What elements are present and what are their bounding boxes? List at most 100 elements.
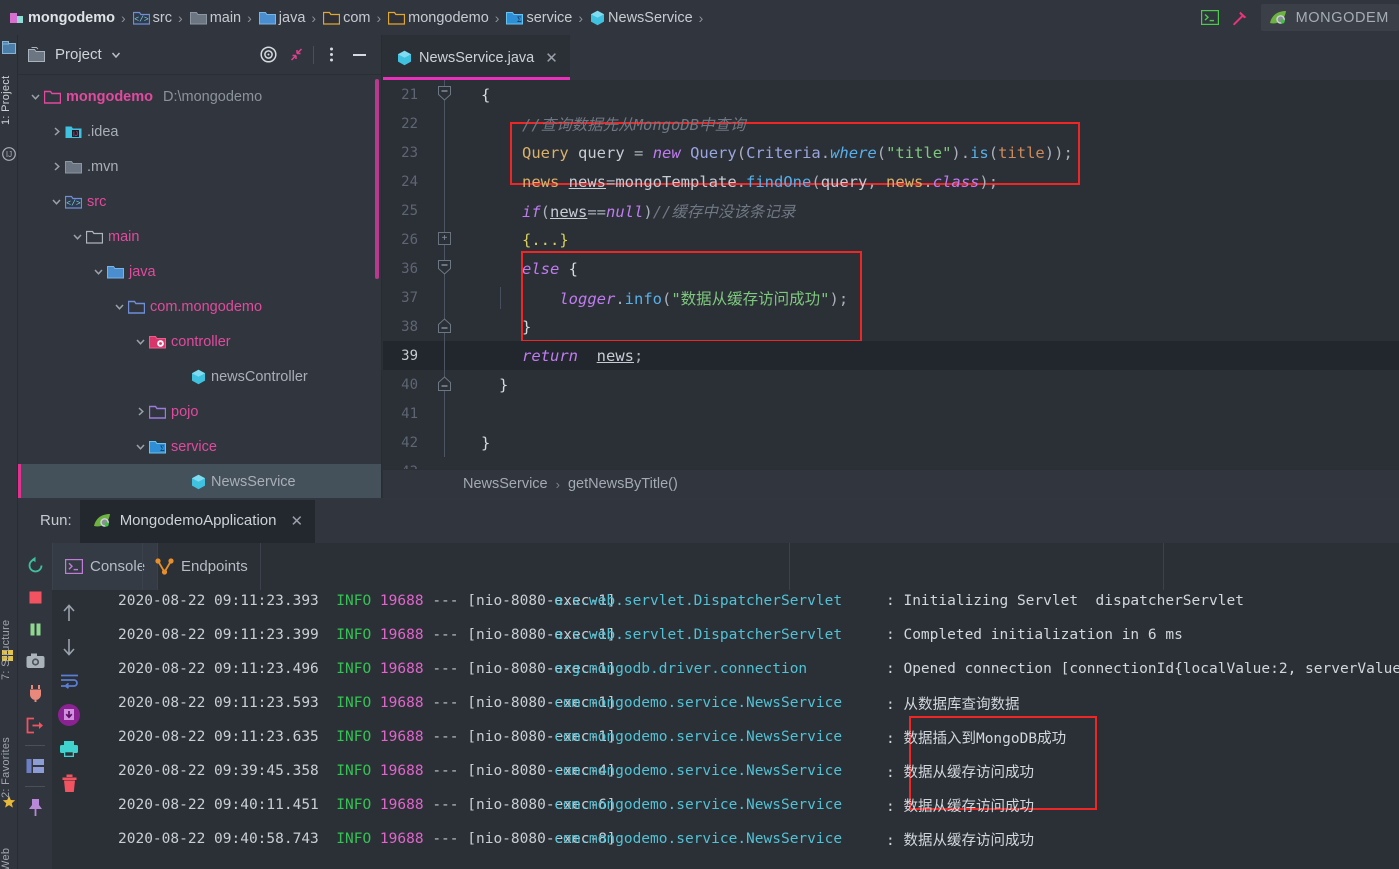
stop-icon[interactable] xyxy=(18,581,52,613)
console-output[interactable]: 2020-08-22 09:11:23.393 INFO 19688 --- [… xyxy=(86,590,1399,869)
sidebar-item-web[interactable]: Web xyxy=(0,835,18,869)
fold-end-icon[interactable] xyxy=(438,376,451,391)
run-tab-mongodemoapplication[interactable]: MongodemoApplication ✕ xyxy=(79,498,316,543)
collapse-all-icon[interactable] xyxy=(282,41,310,69)
hammer-build-icon[interactable] xyxy=(1225,0,1255,35)
code-line[interactable]: 23 Query query = new Query(Criteria.where… xyxy=(383,138,1399,167)
tree-node--mvn[interactable]: .mvn xyxy=(18,149,381,184)
tab-endpoints[interactable]: Endpoints xyxy=(142,543,261,590)
camera-snapshot-icon[interactable] xyxy=(18,645,52,677)
breadcrumb-class[interactable]: NewsService xyxy=(463,476,548,492)
console-log-line[interactable]: 2020-08-22 09:39:45.358 INFO 19688 --- [… xyxy=(86,754,1399,788)
pause-icon[interactable] xyxy=(18,613,52,645)
tree-node--idea[interactable]: IJ .idea xyxy=(18,114,381,149)
code-line[interactable]: 41 xyxy=(383,399,1399,428)
breadcrumb-method[interactable]: getNewsByTitle() xyxy=(568,476,678,492)
console-log-line[interactable]: 2020-08-22 09:11:23.593 INFO 19688 --- [… xyxy=(86,686,1399,720)
sidebar-item-structure[interactable]: 7: Structure xyxy=(0,600,18,700)
chevron-down-icon[interactable] xyxy=(110,49,122,61)
hide-panel-icon[interactable] xyxy=(345,41,373,69)
tree-node-java[interactable]: java xyxy=(18,254,381,289)
chevron-right-icon[interactable] xyxy=(47,158,65,176)
chevron-right-icon[interactable] xyxy=(131,403,149,421)
target-locate-icon[interactable] xyxy=(254,41,282,69)
log-logger: o.s.web.servlet.DispatcherServlet xyxy=(554,627,843,643)
scroll-down-icon[interactable] xyxy=(52,630,86,664)
code-line[interactable]: 21 { xyxy=(383,80,1399,109)
code-line[interactable]: 39 return news; xyxy=(383,341,1399,370)
tree-node-newscontroller[interactable]: newsController xyxy=(18,359,381,394)
code-line[interactable]: 38} xyxy=(383,312,1399,341)
console-log-line[interactable]: 2020-08-22 09:40:58.743 INFO 19688 --- [… xyxy=(86,822,1399,856)
breadcrumb-item-main[interactable]: main › xyxy=(189,0,258,35)
fold-end-icon[interactable] xyxy=(438,318,451,333)
run-configuration-selector[interactable]: MONGODEM xyxy=(1260,4,1399,31)
tree-node-main[interactable]: main xyxy=(18,219,381,254)
log-level: INFO xyxy=(336,661,372,677)
sidebar-item-favorites[interactable]: 2: Favorites xyxy=(0,717,18,817)
tree-node-mongodemo[interactable]: mongodemo D:\mongodemo xyxy=(18,79,381,114)
code-line[interactable]: 22 //查询数据先从MongoDB中查询 xyxy=(383,109,1399,138)
rerun-icon[interactable] xyxy=(18,549,52,581)
breadcrumb-item-com[interactable]: com › xyxy=(322,0,387,35)
more-options-icon[interactable] xyxy=(317,41,345,69)
chevron-down-icon[interactable] xyxy=(26,88,44,106)
breadcrumb-item-newsservice[interactable]: NewsService › xyxy=(589,0,709,35)
fold-start-icon[interactable] xyxy=(438,260,451,275)
breadcrumb-item-mongodemo[interactable]: mongodemo › xyxy=(387,0,505,35)
code-line[interactable]: 37 logger.info("数据从缓存访问成功"); xyxy=(383,283,1399,312)
chevron-down-icon[interactable] xyxy=(68,228,86,246)
code-line[interactable]: 26 + {...} xyxy=(383,225,1399,254)
close-icon[interactable]: ✕ xyxy=(545,49,558,67)
console-log-line[interactable]: 2020-08-22 09:40:11.451 INFO 19688 --- [… xyxy=(86,788,1399,822)
project-tool-icon[interactable] xyxy=(2,41,16,55)
editor-tab-newsservice[interactable]: NewsService.java ✕ xyxy=(383,35,570,80)
console-log-line[interactable]: 2020-08-22 09:11:23.393 INFO 19688 --- [… xyxy=(86,590,1399,618)
code-line[interactable]: 36 else { xyxy=(383,254,1399,283)
code-line[interactable]: 40} xyxy=(383,370,1399,399)
code-line[interactable]: 25 if(news==null)//缓存中没该条记录 xyxy=(383,196,1399,225)
console-log-line[interactable]: 2020-08-22 09:11:23.399 INFO 19688 --- [… xyxy=(86,618,1399,652)
soft-wrap-icon[interactable] xyxy=(52,664,86,698)
pin-icon[interactable] xyxy=(18,791,52,823)
project-tree[interactable]: mongodemo D:\mongodemo IJ .idea .mvn </> src ma… xyxy=(18,76,381,498)
exit-icon[interactable] xyxy=(18,709,52,741)
code-line[interactable]: 43 xyxy=(383,457,1399,470)
tree-node-controller[interactable]: controller xyxy=(18,324,381,359)
code-line[interactable]: 42} xyxy=(383,428,1399,457)
tree-node-pojo[interactable]: pojo xyxy=(18,394,381,429)
fold-expand-icon[interactable]: + xyxy=(438,232,451,245)
console-log-line[interactable]: 2020-08-22 09:11:23.635 INFO 19688 --- [… xyxy=(86,720,1399,754)
chevron-right-icon[interactable] xyxy=(47,123,65,141)
breadcrumb-item-service[interactable]: Σservice › xyxy=(505,0,589,35)
close-icon[interactable]: ✕ xyxy=(290,512,303,530)
scroll-to-end-icon[interactable] xyxy=(52,698,86,732)
scroll-up-icon[interactable] xyxy=(52,596,86,630)
breadcrumb-item-src[interactable]: </> src › xyxy=(132,0,189,35)
line-number: 36 xyxy=(401,260,418,277)
terminal-icon[interactable] xyxy=(1195,0,1225,35)
tree-node-src[interactable]: </> src xyxy=(18,184,381,219)
sidebar-item-project[interactable]: 1: Project xyxy=(0,57,18,143)
code-line[interactable]: 24 news news=mongoTemplate.findOne(query,… xyxy=(383,167,1399,196)
breadcrumb-item-mongodemo[interactable]: mongodemo › xyxy=(8,0,132,35)
tree-node-com-mongodemo[interactable]: com.mongodemo xyxy=(18,289,381,324)
line-number: 26 xyxy=(401,231,418,248)
console-log-line[interactable]: 2020-08-22 09:11:23.496 INFO 19688 --- [… xyxy=(86,652,1399,686)
fold-start-icon[interactable] xyxy=(438,86,451,101)
tree-node-newsservice[interactable]: NewsService xyxy=(18,464,381,498)
code-editor[interactable]: 21 {22 //查询数据先从MongoDB中查询 23 Query query = n… xyxy=(383,80,1399,469)
print-icon[interactable] xyxy=(52,732,86,766)
plug-icon[interactable] xyxy=(18,677,52,709)
log-timestamp: 2020-08-22 09:11:23.593 xyxy=(118,695,319,711)
chevron-down-icon[interactable] xyxy=(47,193,65,211)
layout-icon[interactable] xyxy=(18,750,52,782)
chevron-down-icon[interactable] xyxy=(131,333,149,351)
chevron-down-icon[interactable] xyxy=(131,438,149,456)
chevron-down-icon[interactable] xyxy=(110,298,128,316)
clear-all-icon[interactable] xyxy=(52,766,86,800)
chevron-down-icon[interactable] xyxy=(89,263,107,281)
tree-scrollbar[interactable] xyxy=(375,79,379,279)
breadcrumb-item-java[interactable]: java › xyxy=(258,0,322,35)
tree-node-service[interactable]: Σservice xyxy=(18,429,381,464)
